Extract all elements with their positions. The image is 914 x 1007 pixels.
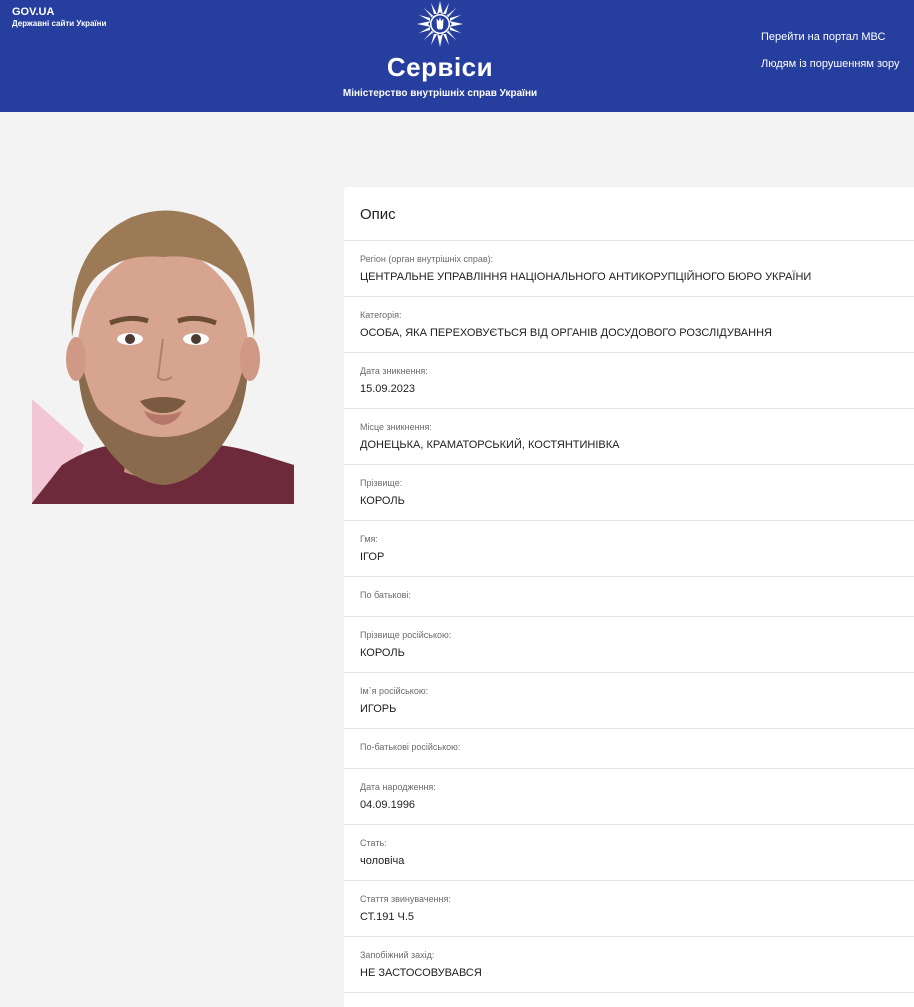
card-title: Опис — [344, 187, 914, 241]
field-surname-ru: Прізвище російською: КОРОЛЬ — [344, 617, 914, 673]
field-label: Стаття звинувачення: — [360, 894, 451, 904]
field-label: Стать: — [360, 838, 387, 848]
field-category: Категорія: ОСОБА, ЯКА ПЕРЕХОВУЄТЬСЯ ВІД … — [344, 297, 914, 353]
mvs-star-emblem-icon[interactable] — [417, 1, 463, 47]
field-label: По-батькові російською: — [360, 742, 461, 752]
field-label: По батькові: — [360, 590, 411, 600]
field-disappearance-place: Місце зникнення: ДОНЕЦЬКА, КРАМАТОРСЬКИЙ… — [344, 409, 914, 465]
field-birth-date: Дата народження: 04.09.1996 — [344, 769, 914, 825]
field-label: Ім`я російською: — [360, 686, 429, 696]
description-card: Опис Регіон (орган внутрішніх справ): ЦЕ… — [344, 187, 914, 1007]
field-label: Категорія: — [360, 310, 402, 320]
gov-ua-link[interactable]: GOV.UA Державні сайти України — [12, 6, 106, 29]
field-label: Дата народження: — [360, 782, 436, 792]
person-photo — [32, 187, 294, 504]
field-label: Місце зникнення: — [360, 422, 432, 432]
field-value: ОСОБА, ЯКА ПЕРЕХОВУЄТЬСЯ ВІД ОРГАНІВ ДОС… — [360, 327, 772, 339]
ministry-name: Міністерство внутрішніх справ України — [342, 88, 538, 99]
field-label: Прізвище: — [360, 478, 403, 488]
gov-ua-title: GOV.UA — [12, 6, 55, 18]
site-header: GOV.UA Державні сайти України Сервіси Мі… — [0, 0, 914, 112]
field-value: 04.09.1996 — [360, 799, 416, 811]
field-preventive-measure: Запобіжний захід: НЕ ЗАСТОСОВУВАВСЯ — [344, 937, 914, 993]
field-value: ІГОР — [360, 551, 385, 563]
field-charge-article: Стаття звинувачення: СТ.191 Ч.5 — [344, 881, 914, 937]
field-region: Регіон (орган внутрішніх справ): ЦЕНТРАЛ… — [344, 241, 914, 297]
field-patronymic-ru: По-батькові російською: — [344, 729, 914, 769]
field-first-name-ru: Ім`я російською: ИГОРЬ — [344, 673, 914, 729]
field-value: 15.09.2023 — [360, 383, 416, 395]
field-value: ЦЕНТРАЛЬНЕ УПРАВЛІННЯ НАЦІОНАЛЬНОГО АНТИ… — [360, 271, 812, 283]
service-title: Сервіси — [386, 52, 494, 82]
field-value: КОРОЛЬ — [360, 647, 405, 659]
field-label: Гмя: — [360, 534, 378, 544]
field-value: ДОНЕЦЬКА, КРАМАТОРСЬКИЙ, КОСТЯНТИНІВКА — [360, 439, 620, 451]
field-value: ИГОРЬ — [360, 703, 397, 715]
person-photo-graphic — [32, 187, 294, 504]
field-surname: Прізвище: КОРОЛЬ — [344, 465, 914, 521]
field-patronymic: По батькові: — [344, 577, 914, 617]
field-value: СТ.191 Ч.5 — [360, 911, 415, 923]
field-label: Регіон (орган внутрішніх справ): — [360, 254, 494, 264]
field-label: Дата зникнення: — [360, 366, 428, 376]
field-sex: Стать: чоловіча — [344, 825, 914, 881]
field-value: НЕ ЗАСТОСОВУВАВСЯ — [360, 967, 482, 979]
mvs-portal-link[interactable]: Перейти на портал МВС — [761, 30, 885, 44]
field-label: Запобіжний захід: — [360, 950, 435, 960]
field-first-name: Гмя: ІГОР — [344, 521, 914, 577]
field-disappearance-date: Дата зникнення: 15.09.2023 — [344, 353, 914, 409]
accessibility-link[interactable]: Людям із порушенням зору — [761, 57, 900, 71]
field-value: чоловіча — [360, 855, 405, 867]
field-value: КОРОЛЬ — [360, 495, 405, 507]
field-label: Прізвище російською: — [360, 630, 452, 640]
gov-ua-subtitle: Державні сайти України — [12, 19, 107, 28]
